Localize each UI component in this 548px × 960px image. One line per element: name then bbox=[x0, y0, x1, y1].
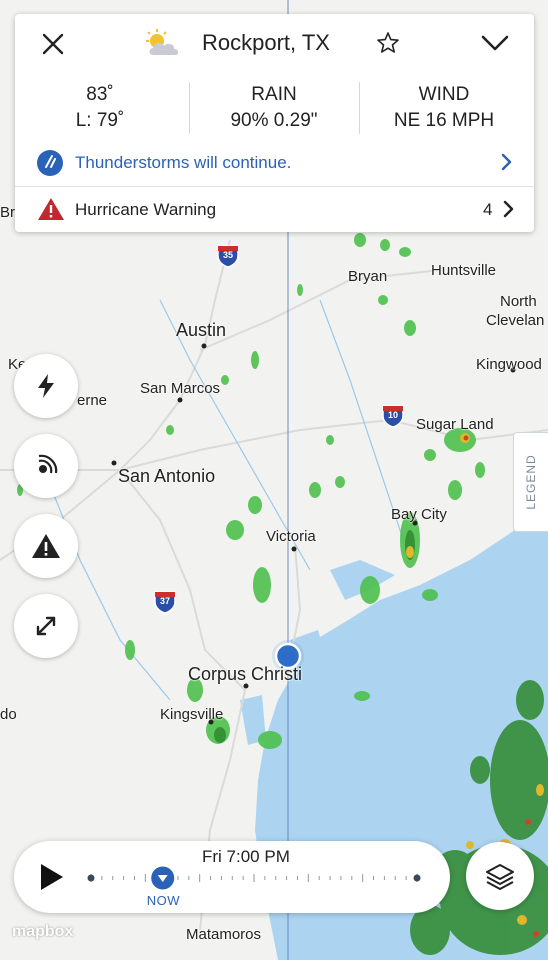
legend-tab[interactable]: LEGEND bbox=[513, 432, 548, 532]
city-cleveland: Clevelan bbox=[486, 312, 545, 329]
chevron-right-icon bbox=[503, 200, 515, 223]
wind-value: NE 16 MPH bbox=[393, 110, 495, 131]
now-label: NOW bbox=[146, 893, 180, 908]
city-victoria: Victoria bbox=[266, 528, 316, 545]
city-austin: Austin bbox=[176, 320, 227, 340]
timeline-bar: Fri 7:00 PM NOW bbox=[14, 841, 450, 913]
city-laredo: do bbox=[0, 706, 17, 723]
city-bryan: Bryan bbox=[348, 268, 388, 285]
chevron-down-icon[interactable] bbox=[477, 30, 513, 56]
forecast-alert-row[interactable]: Thunderstorms will continue. bbox=[15, 140, 534, 184]
rain-drop-icon bbox=[37, 150, 63, 181]
rain-value: 90% 0.29" bbox=[230, 110, 318, 131]
timeline-scrubber[interactable] bbox=[14, 841, 450, 913]
timeline-endpoint bbox=[413, 874, 421, 882]
location-title[interactable]: Rockport, TX bbox=[202, 30, 330, 56]
temperature-stat: 83˚ L: 79˚ bbox=[15, 82, 185, 134]
city-kingsville: Kingsville bbox=[160, 706, 224, 723]
radar-icon bbox=[38, 454, 58, 474]
city-north: North bbox=[500, 293, 537, 310]
mapbox-logo[interactable]: mapbox bbox=[12, 923, 73, 941]
layers-icon bbox=[486, 864, 514, 890]
city-bay-city: Bay City bbox=[391, 506, 447, 523]
lightning-button[interactable] bbox=[14, 354, 78, 418]
wind-stat: WIND NE 16 MPH bbox=[359, 82, 529, 134]
timeline-endpoint bbox=[87, 874, 95, 882]
close-icon[interactable] bbox=[39, 30, 67, 58]
expand-icon bbox=[36, 616, 56, 636]
star-outline-icon[interactable] bbox=[373, 28, 403, 58]
city-san-antonio: San Antonio bbox=[118, 466, 216, 486]
warning-icon bbox=[32, 534, 60, 558]
interstate-shield: 10 bbox=[381, 404, 405, 428]
conditions-row: 83˚ L: 79˚ RAIN 90% 0.29" WIND NE 16 MPH bbox=[15, 82, 534, 144]
wind-label: WIND bbox=[418, 84, 470, 105]
expand-button[interactable] bbox=[14, 594, 78, 658]
forecast-alert-text: Thunderstorms will continue. bbox=[75, 153, 292, 172]
city-boerne: erne bbox=[77, 392, 108, 409]
radar-button[interactable] bbox=[14, 434, 78, 498]
lightning-icon bbox=[38, 374, 54, 398]
partly-cloudy-icon bbox=[143, 28, 183, 60]
city-corpus-christi: Corpus Christi bbox=[188, 664, 303, 684]
city-huntsville: Huntsville bbox=[431, 262, 497, 279]
card-header: Rockport, TX bbox=[15, 14, 534, 78]
interstate-shield: 37 bbox=[153, 590, 177, 614]
chevron-right-icon bbox=[501, 153, 513, 176]
warning-count: 4 bbox=[483, 200, 493, 219]
warning-triangle-icon bbox=[37, 197, 65, 226]
warning-text: Hurricane Warning bbox=[75, 200, 217, 219]
city-matamoros: Matamoros bbox=[186, 926, 262, 943]
rain-stat: RAIN 90% 0.29" bbox=[189, 82, 359, 134]
legend-label: LEGEND bbox=[524, 454, 538, 510]
city-kingwood: Kingwood bbox=[476, 356, 542, 373]
location-card: Rockport, TX 83˚ L: 79˚ RAIN 90% 0.29" W… bbox=[15, 14, 534, 232]
rain-label: RAIN bbox=[251, 84, 297, 105]
interstate-shield: 35 bbox=[216, 244, 240, 268]
city-sugar-land: Sugar Land bbox=[416, 416, 494, 433]
current-temp: 83˚ bbox=[86, 84, 114, 105]
city-san-marcos: San Marcos bbox=[140, 380, 221, 397]
layers-button[interactable] bbox=[466, 842, 534, 910]
hurricane-warning-row[interactable]: Hurricane Warning 4 bbox=[15, 187, 534, 231]
alerts-button[interactable] bbox=[14, 514, 78, 578]
low-temp: L: 79˚ bbox=[75, 110, 125, 131]
